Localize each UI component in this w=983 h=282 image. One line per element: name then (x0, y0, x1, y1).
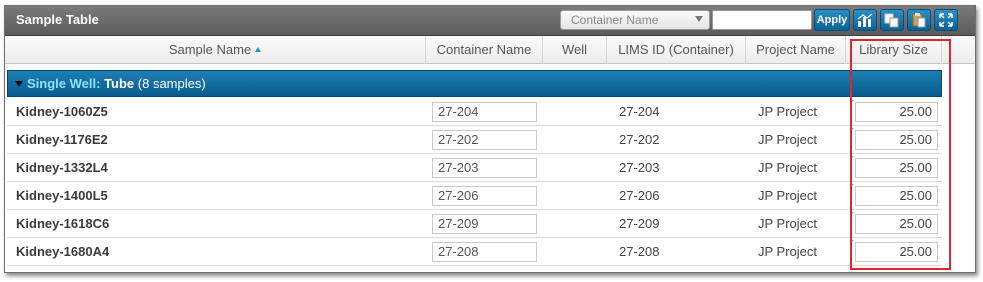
edited-corner-marker (850, 212, 854, 216)
apply-button[interactable]: Apply (814, 9, 850, 31)
project-name: JP Project (758, 188, 818, 203)
container-name-input[interactable]: 27-206 (432, 186, 537, 206)
project-name: JP Project (758, 132, 818, 147)
column-select[interactable]: Container Name (560, 10, 710, 30)
edited-corner-marker (850, 156, 854, 160)
project-name: JP Project (758, 160, 818, 175)
column-header-project-name[interactable]: Project Name (746, 36, 846, 64)
lims-id: 27-208 (619, 244, 660, 259)
copy-icon (884, 13, 899, 28)
library-size-input[interactable]: 25.00 (855, 158, 938, 178)
table-row[interactable]: Kidney-1060Z5 27-204 27-204 JP Project 25.00 (7, 98, 942, 126)
sample-name: Kidney-1400L5 (16, 188, 108, 203)
sample-name: Kidney-1060Z5 (16, 104, 108, 119)
column-header-container-name[interactable]: Container Name (426, 36, 543, 64)
lims-id: 27-203 (619, 160, 660, 175)
copy-button[interactable] (880, 9, 904, 31)
group-header-single-well[interactable]: Single Well: Tube (8 samples) (7, 70, 942, 97)
sample-name: Kidney-1332L4 (16, 160, 108, 175)
container-name-input[interactable]: 27-209 (432, 214, 537, 234)
table-row[interactable]: Kidney-1680A4 27-208 27-208 JP Project 25.00 (7, 238, 942, 266)
sample-table-panel: Sample Table Container Name Apply Sample… (4, 5, 976, 273)
table-row[interactable]: Kidney-1400L5 27-206 27-206 JP Project 25.00 (7, 182, 942, 210)
lims-id: 27-202 (619, 132, 660, 147)
table-row[interactable]: Kidney-1332L4 27-203 27-203 JP Project 25.00 (7, 154, 942, 182)
table-row[interactable]: Kidney-1176E2 27-202 27-202 JP Project 25.00 (7, 126, 942, 154)
column-header-lims-id[interactable]: LIMS ID (Container) (607, 36, 746, 64)
lims-id: 27-206 (619, 188, 660, 203)
title-bar: Sample Table Container Name Apply (5, 6, 975, 36)
sort-asc-icon (255, 47, 262, 52)
container-name-input[interactable]: 27-204 (432, 102, 537, 122)
sample-name: Kidney-1618C6 (16, 216, 110, 231)
sample-name: Kidney-1680A4 (16, 244, 110, 259)
edited-corner-marker (850, 128, 854, 132)
container-name-input[interactable]: 27-208 (432, 242, 537, 262)
paste-button[interactable] (907, 9, 931, 31)
chart-button[interactable] (853, 9, 877, 31)
project-name: JP Project (758, 216, 818, 231)
column-header-well[interactable]: Well (543, 36, 607, 64)
library-size-input[interactable]: 25.00 (855, 214, 938, 234)
lims-id: 27-204 (619, 104, 660, 119)
library-size-input[interactable]: 25.00 (855, 130, 938, 150)
edited-corner-marker (850, 100, 854, 104)
sample-name: Kidney-1176E2 (16, 132, 108, 147)
chart-icon (857, 13, 873, 27)
expand-icon (939, 13, 953, 27)
column-select-value: Container Name (571, 13, 659, 27)
container-name-input[interactable]: 27-203 (432, 158, 537, 178)
project-name: JP Project (758, 104, 818, 119)
edited-corner-marker (850, 240, 854, 244)
chevron-down-icon (695, 16, 703, 22)
expand-button[interactable] (934, 9, 958, 31)
collapse-triangle-icon[interactable] (15, 81, 23, 87)
filter-input[interactable] (712, 10, 812, 30)
container-name-input[interactable]: 27-202 (432, 130, 537, 150)
library-size-input[interactable]: 25.00 (855, 102, 938, 122)
column-header-sample-name[interactable]: Sample Name (5, 36, 426, 64)
project-name: JP Project (758, 244, 818, 259)
lims-id: 27-209 (619, 216, 660, 231)
edited-corner-marker (850, 184, 854, 188)
column-header-row: Sample Name Container Name Well LIMS ID … (5, 36, 975, 64)
paste-icon (912, 13, 926, 28)
column-header-library-size[interactable]: Library Size (846, 36, 942, 64)
library-size-input[interactable]: 25.00 (855, 242, 938, 262)
library-size-input[interactable]: 25.00 (855, 186, 938, 206)
panel-title: Sample Table (16, 12, 99, 27)
table-row[interactable]: Kidney-1618C6 27-209 27-209 JP Project 25.00 (7, 210, 942, 238)
